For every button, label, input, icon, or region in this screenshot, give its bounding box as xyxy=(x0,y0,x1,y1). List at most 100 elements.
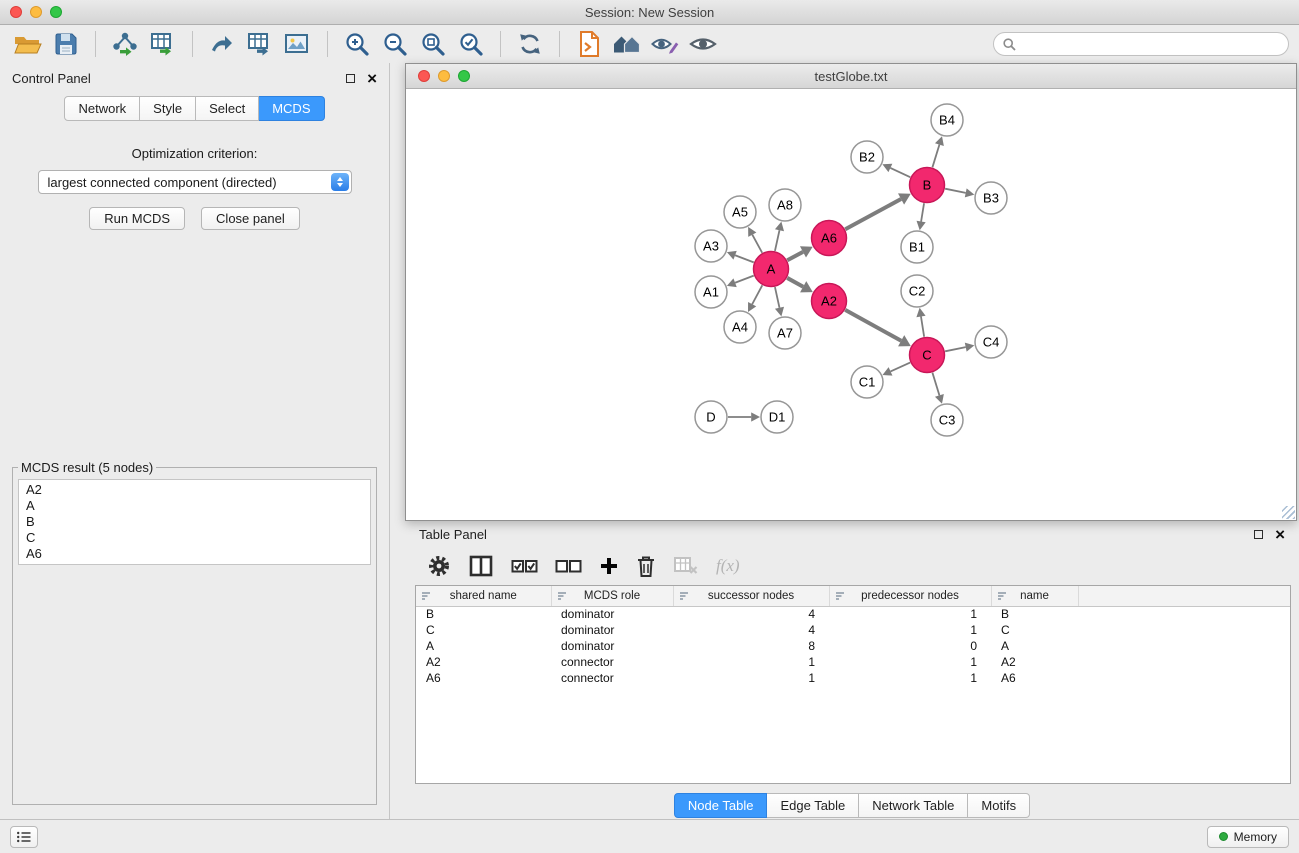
zoom-fit-button[interactable] xyxy=(415,28,451,60)
import-table-button[interactable] xyxy=(145,28,181,60)
graph-node-label: A6 xyxy=(821,231,837,246)
network-close-button[interactable] xyxy=(418,70,430,82)
tab-network-table[interactable]: Network Table xyxy=(859,793,968,818)
float-panel-icon[interactable] xyxy=(346,74,355,83)
graph-node-label: B2 xyxy=(859,150,875,165)
export-network-button[interactable] xyxy=(204,28,240,60)
toolbar-separator xyxy=(192,31,193,57)
column-header-name[interactable]: name xyxy=(991,586,1078,606)
delete-column-button[interactable] xyxy=(636,555,656,578)
graph-edge-A-A2[interactable] xyxy=(787,278,803,287)
tab-edge-table[interactable]: Edge Table xyxy=(767,793,859,818)
graph-edge-A-A6[interactable] xyxy=(787,252,803,260)
graph-edge-A-A4[interactable] xyxy=(752,285,762,304)
task-history-button[interactable] xyxy=(10,826,38,848)
close-panel-icon[interactable]: × xyxy=(367,70,377,87)
graph-edge-B-B4[interactable] xyxy=(932,145,939,168)
refresh-view-button[interactable] xyxy=(512,28,548,60)
graph-edge-C-C4[interactable] xyxy=(945,347,966,351)
network-zoom-button[interactable] xyxy=(458,70,470,82)
graph-edge-A-A7[interactable] xyxy=(775,287,780,308)
save-session-button[interactable] xyxy=(48,28,84,60)
table-row[interactable]: Cdominator41C xyxy=(416,622,1290,638)
column-header-predecessor-nodes[interactable]: predecessor nodes xyxy=(829,586,991,606)
minimize-button[interactable] xyxy=(30,6,42,18)
tab-motifs[interactable]: Motifs xyxy=(968,793,1030,818)
column-header-successor-nodes[interactable]: successor nodes xyxy=(673,586,829,606)
table-row[interactable]: Adominator80A xyxy=(416,638,1290,654)
table-cell: A6 xyxy=(416,670,551,686)
column-header-shared-name[interactable]: shared name xyxy=(416,586,551,606)
graph-edge-C-C1[interactable] xyxy=(891,363,911,372)
graph-node-label: D xyxy=(706,410,715,425)
add-column-button[interactable] xyxy=(599,556,619,576)
graph-edge-B-B2[interactable] xyxy=(890,168,910,177)
graph-edge-A-A3[interactable] xyxy=(735,255,754,262)
graph-edge-A-A8[interactable] xyxy=(775,230,780,251)
mcds-result-item[interactable]: B xyxy=(26,514,363,530)
search-field[interactable] xyxy=(993,32,1289,56)
table-row[interactable]: Bdominator41B xyxy=(416,606,1290,622)
optimization-label: Optimization criterion: xyxy=(0,146,389,161)
import-network-button[interactable] xyxy=(107,28,143,60)
graph-edge-C-C3[interactable] xyxy=(932,373,939,396)
graph-edge-C-C2[interactable] xyxy=(921,316,924,336)
floppy-icon xyxy=(53,31,79,57)
run-mcds-button[interactable]: Run MCDS xyxy=(89,207,185,230)
tab-mcds[interactable]: MCDS xyxy=(259,96,324,121)
zoom-in-icon xyxy=(344,31,370,57)
show-columns-button[interactable] xyxy=(468,555,494,577)
export-image-button[interactable] xyxy=(280,28,316,60)
optimization-dropdown[interactable]: largest connected component (directed) xyxy=(38,170,352,194)
tab-style[interactable]: Style xyxy=(140,96,196,121)
mcds-result-item[interactable]: A xyxy=(26,498,363,514)
close-button[interactable] xyxy=(10,6,22,18)
network-minimize-button[interactable] xyxy=(438,70,450,82)
refresh-icon xyxy=(517,31,543,57)
close-table-panel-icon[interactable]: × xyxy=(1275,526,1285,543)
graph-node-label: D1 xyxy=(769,410,786,425)
search-input[interactable] xyxy=(1022,37,1279,52)
export-table-button[interactable] xyxy=(242,28,278,60)
graph-edge-A-A1[interactable] xyxy=(735,276,754,283)
table-settings-button[interactable] xyxy=(427,554,451,578)
table-row[interactable]: A2connector11A2 xyxy=(416,654,1290,670)
table-row[interactable]: A6connector11A6 xyxy=(416,670,1290,686)
select-all-button[interactable] xyxy=(511,555,538,577)
zoom-selected-button[interactable] xyxy=(453,28,489,60)
tab-select[interactable]: Select xyxy=(196,96,259,121)
graph-node-label: A7 xyxy=(777,326,793,341)
graph-edge-A2-C[interactable] xyxy=(845,310,901,341)
show-hide-button[interactable] xyxy=(685,28,721,60)
graph-edge-B-B1[interactable] xyxy=(921,203,924,221)
memory-button[interactable]: Memory xyxy=(1207,826,1289,848)
graph-edge-A6-B[interactable] xyxy=(845,199,901,229)
graph-edge-B-B3[interactable] xyxy=(945,189,966,193)
tab-network[interactable]: Network xyxy=(64,96,140,121)
network-canvas[interactable]: B4B2BB3A5A8A6A3B1AC2A1A2A4A7C4CC1C3DD1 xyxy=(406,89,1296,520)
mcds-result-item[interactable]: C xyxy=(26,530,363,546)
tab-node-table[interactable]: Node Table xyxy=(674,793,768,818)
zoom-in-button[interactable] xyxy=(339,28,375,60)
unselect-all-button[interactable] xyxy=(555,555,582,577)
zoom-button[interactable] xyxy=(50,6,62,18)
image-icon xyxy=(284,31,312,57)
checked-boxes-icon xyxy=(511,555,538,577)
float-table-panel-icon[interactable] xyxy=(1254,530,1263,539)
zoom-out-button[interactable] xyxy=(377,28,413,60)
mcds-result-item[interactable]: A6 xyxy=(26,546,363,562)
home-views-button[interactable] xyxy=(609,28,645,60)
close-panel-button[interactable]: Close panel xyxy=(201,207,300,230)
gear-icon xyxy=(427,554,451,578)
table-cell: B xyxy=(991,606,1078,622)
memory-label: Memory xyxy=(1234,830,1277,844)
table-cell: connector xyxy=(551,654,673,670)
table-cell: 1 xyxy=(673,654,829,670)
open-file-button[interactable] xyxy=(10,28,46,60)
document-action-button[interactable] xyxy=(571,28,607,60)
mcds-result-item[interactable]: A2 xyxy=(26,482,363,498)
resize-grip[interactable] xyxy=(1282,506,1295,519)
graph-edge-A-A5[interactable] xyxy=(752,235,762,253)
column-header-mcds-role[interactable]: MCDS role xyxy=(551,586,673,606)
style-preview-button[interactable] xyxy=(647,28,683,60)
